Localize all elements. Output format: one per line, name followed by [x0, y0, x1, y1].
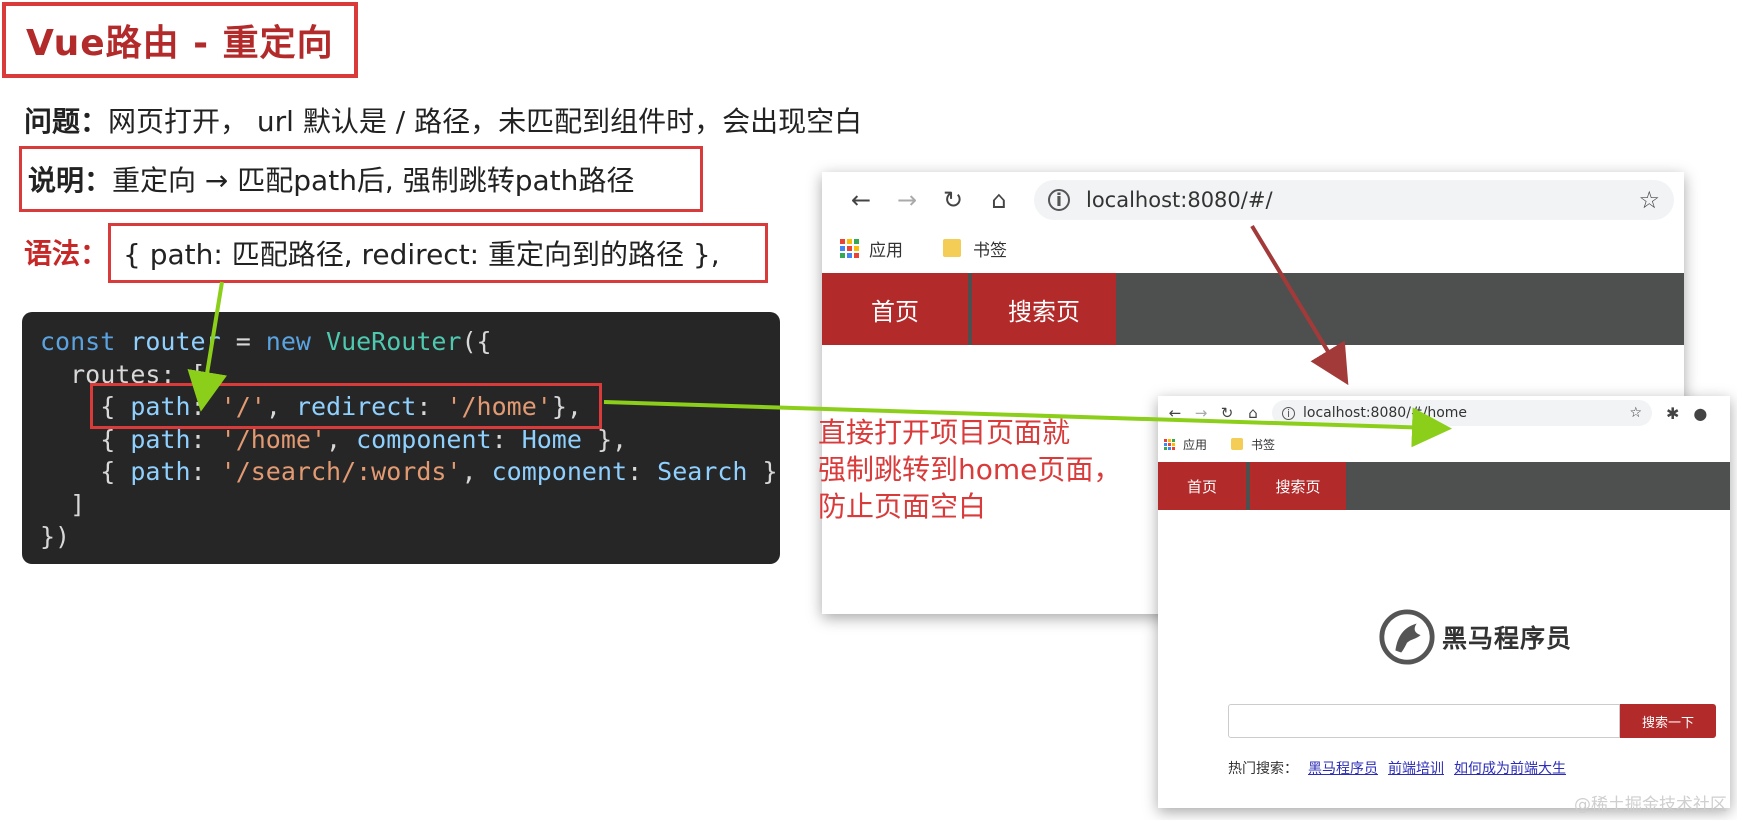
- star-icon[interactable]: ☆: [1629, 405, 1642, 421]
- search-form: 搜索一下: [1228, 704, 1716, 738]
- profile-icon[interactable]: ●: [1693, 404, 1707, 423]
- arrow-right-icon[interactable]: →: [1188, 404, 1214, 422]
- browser-window-home: ← → ↻ ⌂ i localhost:8080/#/home ☆ ✱ ● 应用…: [1158, 396, 1730, 808]
- hot-link[interactable]: 如何成为前端大生: [1454, 758, 1566, 778]
- code-token: component: [491, 457, 628, 486]
- hot-link[interactable]: 前端培训: [1388, 758, 1444, 778]
- info-icon[interactable]: i: [1048, 189, 1070, 211]
- slide-title-box: Vue路由 - 重定向: [2, 2, 358, 78]
- code-token: ({: [461, 327, 492, 356]
- home-icon[interactable]: ⌂: [976, 186, 1022, 214]
- puzzle-icon[interactable]: ✱: [1666, 404, 1679, 423]
- bookmark-folder[interactable]: 书签: [973, 236, 1007, 261]
- code-token: VueRouter: [326, 327, 462, 356]
- code-token: }: [747, 457, 778, 486]
- annotation-line: 直接打开项目页面就: [818, 416, 1071, 449]
- question-label: 问题：: [24, 105, 109, 138]
- nav-item-search[interactable]: 搜索页: [972, 273, 1116, 345]
- toolbar-right: ✱ ●: [1666, 404, 1721, 423]
- annotation-line: 防止页面空白: [818, 490, 987, 523]
- code-token: path: [130, 457, 191, 486]
- bookmarks-bar: 应用 书签: [822, 228, 1684, 268]
- browser-toolbar: ← → ↻ ⌂ i localhost:8080/#/ ☆: [822, 172, 1684, 228]
- syntax-text: { path: 匹配路径, redirect: 重定向到的路径 },: [123, 238, 720, 271]
- bookmarks-bar: 应用 书签: [1158, 430, 1730, 458]
- app-nav-bar: 首页 搜索页: [822, 273, 1684, 345]
- code-token: ]: [70, 489, 86, 519]
- address-bar[interactable]: i localhost:8080/#/home ☆: [1272, 400, 1652, 426]
- code-token: '/search/:words': [220, 457, 462, 486]
- nav-item-home[interactable]: 首页: [1158, 462, 1246, 510]
- hot-searches: 热门搜索： 黑马程序员 前端培训 如何成为前端大生: [1228, 758, 1566, 778]
- hot-searches-label: 热门搜索：: [1228, 761, 1298, 777]
- code-token: =: [220, 327, 266, 356]
- question-text: 网页打开， url 默认是 / 路径，未匹配到组件时，会出现空白: [108, 105, 863, 138]
- search-input[interactable]: [1228, 704, 1620, 738]
- watermark: @稀土掘金技术社区: [1574, 795, 1727, 815]
- redirect-line-highlight: [90, 383, 602, 429]
- bookmark-apps[interactable]: 应用: [1183, 436, 1207, 453]
- annotation-text: 直接打开项目页面就 强制跳转到home页面， 防止页面空白: [818, 414, 1121, 525]
- code-token: router: [130, 327, 221, 356]
- address-bar[interactable]: i localhost:8080/#/ ☆: [1034, 180, 1674, 220]
- bookmark-folder[interactable]: 书签: [1251, 436, 1275, 453]
- bookmark-apps[interactable]: 应用: [869, 236, 903, 261]
- folder-icon: [1231, 438, 1244, 450]
- arrow-right-icon[interactable]: →: [884, 186, 930, 214]
- reload-icon[interactable]: ↻: [930, 186, 976, 214]
- code-token: :: [627, 457, 658, 486]
- info-icon[interactable]: i: [1282, 406, 1295, 420]
- code-token: Search: [657, 457, 748, 486]
- code-block: const router = new VueRouter({ routes: […: [22, 312, 780, 564]
- code-token: new: [265, 327, 311, 356]
- arrow-left-icon[interactable]: ←: [1162, 404, 1188, 422]
- browser-toolbar: ← → ↻ ⌂ i localhost:8080/#/home ☆ ✱ ●: [1158, 396, 1730, 430]
- explain-text: 重定向 → 匹配path后, 强制跳转path路径: [112, 164, 635, 197]
- code-token: ,: [461, 457, 492, 486]
- explain-box: 说明： 重定向 → 匹配path后, 强制跳转path路径: [19, 146, 703, 212]
- arrow-left-icon[interactable]: ←: [838, 186, 884, 214]
- annotation-line: 强制跳转到home页面，: [818, 453, 1122, 486]
- code-token: const: [40, 327, 116, 356]
- address-url: localhost:8080/#/: [1086, 188, 1273, 212]
- code-token: :: [190, 457, 221, 486]
- search-button[interactable]: 搜索一下: [1620, 704, 1716, 738]
- home-icon[interactable]: ⌂: [1240, 404, 1266, 422]
- code-token: {: [100, 457, 131, 486]
- explain-label: 说明：: [28, 164, 113, 197]
- nav-item-home[interactable]: 首页: [822, 273, 968, 345]
- folder-icon: [943, 239, 961, 257]
- question-line: 问题：网页打开， url 默认是 / 路径，未匹配到组件时，会出现空白: [24, 100, 862, 140]
- hot-link[interactable]: 黑马程序员: [1308, 758, 1378, 778]
- slide-title: Vue路由 - 重定向: [26, 23, 334, 64]
- star-icon[interactable]: ☆: [1638, 186, 1660, 214]
- code-token: }): [40, 522, 71, 551]
- app-nav-bar: 首页 搜索页: [1158, 462, 1730, 510]
- address-url: localhost:8080/#/home: [1303, 405, 1468, 421]
- apps-grid-icon: [1164, 438, 1175, 450]
- apps-grid-icon: [840, 238, 859, 258]
- syntax-box: { path: 匹配路径, redirect: 重定向到的路径 },: [108, 223, 768, 283]
- brand-logo: 黑马程序员: [1378, 608, 1572, 666]
- horse-logo-icon: [1379, 609, 1435, 665]
- logo-text: 黑马程序员: [1442, 624, 1573, 653]
- syntax-label: 语法：: [24, 237, 109, 270]
- reload-icon[interactable]: ↻: [1214, 404, 1240, 422]
- nav-item-search[interactable]: 搜索页: [1250, 462, 1346, 510]
